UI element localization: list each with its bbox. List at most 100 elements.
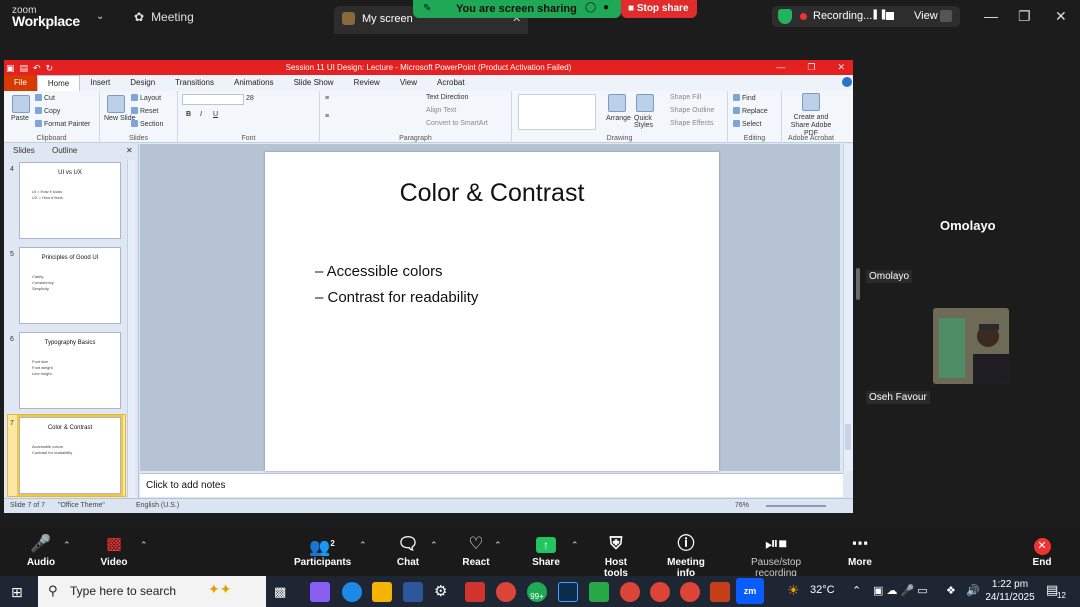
- bold-button[interactable]: B: [186, 111, 191, 118]
- taskbar-search[interactable]: ⚲ Type here to search ✦✦: [38, 576, 266, 607]
- chrome-app-icon[interactable]: [650, 582, 670, 602]
- redo-icon[interactable]: ↻: [46, 61, 54, 76]
- tray-chevron-icon[interactable]: ⌃: [852, 584, 861, 597]
- shape-fill-button[interactable]: Shape Fill: [670, 94, 701, 101]
- chrome-app-icon[interactable]: [496, 582, 516, 602]
- tab-slide-show[interactable]: Slide Show: [284, 75, 344, 91]
- react-chevron-icon[interactable]: ⌃: [494, 540, 502, 551]
- chrome-app-icon[interactable]: [680, 582, 700, 602]
- select-button[interactable]: Select: [733, 120, 761, 128]
- slide-thumbnail[interactable]: Typography Basics Font size Font weight …: [19, 332, 121, 409]
- smartart-button[interactable]: Convert to SmartArt: [426, 120, 488, 127]
- participant-video[interactable]: [933, 308, 1009, 384]
- format-painter-button[interactable]: Format Painter: [35, 120, 90, 128]
- slide-thumbnail[interactable]: Principles of Good UI Clarity Consistenc…: [19, 247, 121, 324]
- save-icon[interactable]: ▤: [20, 61, 29, 76]
- pause-stop-recording-button[interactable]: ⏯⏹ Pause/stop recording: [730, 533, 822, 579]
- slide-bullet[interactable]: – Contrast for readability: [315, 289, 478, 306]
- reset-button[interactable]: Reset: [131, 107, 158, 115]
- wifi-icon[interactable]: ❖: [946, 584, 956, 597]
- powerpoint-app-icon[interactable]: [710, 582, 730, 602]
- align-left-icon[interactable]: ≡: [325, 113, 329, 120]
- host-tools-button[interactable]: ⛨ Host tools: [592, 533, 640, 579]
- audio-button[interactable]: 🎤 Audio: [14, 533, 68, 568]
- chat-chevron-icon[interactable]: ⌃: [430, 540, 438, 551]
- arrange-icon[interactable]: [608, 94, 626, 112]
- meeting-info-button[interactable]: ⓘ Meeting info: [658, 533, 714, 579]
- stop-recording-icon[interactable]: [886, 12, 894, 20]
- shapes-gallery[interactable]: [518, 94, 596, 130]
- windows-start-icon[interactable]: ⊞: [11, 584, 23, 601]
- react-button[interactable]: ♡ React: [459, 533, 493, 568]
- find-button[interactable]: Find: [733, 94, 756, 102]
- font-name-box[interactable]: [182, 94, 244, 105]
- photoshop-app-icon[interactable]: [558, 582, 578, 602]
- panel-resize-handle[interactable]: [856, 268, 860, 300]
- layout-button[interactable]: Layout: [131, 94, 161, 102]
- camtasia-app-icon[interactable]: [589, 582, 609, 602]
- tab-transitions[interactable]: Transitions: [165, 75, 224, 91]
- task-view-icon[interactable]: ▩: [274, 582, 294, 602]
- stop-share-button[interactable]: ■ Stop share: [621, 0, 697, 18]
- tray-app-icons[interactable]: ▣ ☁ 🎤 ▭: [873, 584, 928, 597]
- tab-outline[interactable]: Outline: [52, 146, 77, 155]
- current-slide[interactable]: Color & Contrast – Accessible colors – C…: [265, 152, 719, 471]
- scroll-thumb[interactable]: [845, 424, 851, 450]
- share-chevron-icon[interactable]: ⌃: [571, 540, 579, 551]
- font-size-box[interactable]: 28: [246, 95, 254, 102]
- edge-app-icon[interactable]: [342, 582, 362, 602]
- zoom-app-icon[interactable]: zm: [736, 578, 764, 604]
- tab-acrobat[interactable]: Acrobat: [427, 75, 475, 91]
- section-button[interactable]: Section: [131, 120, 163, 128]
- align-text-button[interactable]: Align Text: [426, 107, 456, 114]
- ppt-close-icon[interactable]: ✕: [837, 60, 845, 75]
- slide-title[interactable]: Color & Contrast: [265, 179, 719, 208]
- cut-button[interactable]: Cut: [35, 94, 55, 102]
- more-button[interactable]: ⋯ More: [846, 533, 874, 568]
- italic-button[interactable]: I: [200, 111, 202, 118]
- logo-chevron-down-icon[interactable]: ⌄: [96, 11, 104, 22]
- clock[interactable]: 1:22 pm 24/11/2025: [984, 578, 1036, 604]
- help-icon[interactable]: [842, 77, 852, 87]
- file-explorer-app-icon[interactable]: [372, 582, 392, 602]
- status-zoom-level[interactable]: 76%: [735, 502, 749, 509]
- new-slide-icon[interactable]: [107, 95, 125, 113]
- minimize-icon[interactable]: —: [984, 8, 998, 24]
- participants-chevron-icon[interactable]: ⌃: [359, 540, 367, 551]
- copilot-app-icon[interactable]: [310, 582, 330, 602]
- participants-button[interactable]: 👥2 Participants: [294, 533, 351, 568]
- pause-share-icon[interactable]: ◯: [585, 2, 596, 13]
- close-panel-icon[interactable]: ✕: [126, 146, 133, 155]
- zoom-slider[interactable]: [766, 505, 826, 507]
- volume-icon[interactable]: 🔊: [966, 584, 980, 597]
- end-button[interactable]: ✕ End: [1030, 533, 1054, 568]
- ppt-restore-icon[interactable]: ❐: [807, 60, 815, 75]
- security-shield-icon[interactable]: [778, 9, 792, 24]
- arrange-button[interactable]: Arrange: [606, 115, 631, 122]
- video-options-chevron-icon[interactable]: ⌃: [140, 540, 148, 551]
- view-button[interactable]: View: [914, 10, 938, 22]
- slide-thumbnail[interactable]: UI vs UX UI = How it looks UX = How it f…: [19, 162, 121, 239]
- tab-file[interactable]: File: [4, 75, 37, 91]
- slide-bullet[interactable]: – Accessible colors: [315, 263, 443, 280]
- undo-icon[interactable]: ↶: [33, 61, 41, 76]
- panel-scrollbar[interactable]: [127, 160, 135, 498]
- ppt-minimize-icon[interactable]: —: [776, 60, 785, 75]
- text-direction-button[interactable]: Text Direction: [426, 94, 468, 101]
- whatsapp-app-icon[interactable]: 99+: [527, 582, 547, 602]
- notes-pane[interactable]: Click to add notes: [140, 473, 843, 497]
- tab-design[interactable]: Design: [120, 75, 165, 91]
- word-app-icon[interactable]: [403, 582, 423, 602]
- tab-insert[interactable]: Insert: [80, 75, 120, 91]
- paste-icon[interactable]: [12, 95, 30, 113]
- quick-styles-icon[interactable]: [636, 94, 654, 112]
- replace-button[interactable]: Replace: [733, 107, 768, 115]
- slide-thumbnail-selected[interactable]: Color & Contrast Accessible colors Contr…: [17, 415, 123, 496]
- tab-slides[interactable]: Slides: [13, 146, 35, 155]
- tab-review[interactable]: Review: [344, 75, 390, 91]
- video-button[interactable]: ▩ Video: [92, 533, 136, 568]
- canvas-scrollbar[interactable]: [843, 144, 853, 471]
- settings-app-icon[interactable]: ⚙: [434, 582, 454, 602]
- maximize-icon[interactable]: ❐: [1018, 8, 1031, 25]
- shape-outline-button[interactable]: Shape Outline: [670, 107, 714, 114]
